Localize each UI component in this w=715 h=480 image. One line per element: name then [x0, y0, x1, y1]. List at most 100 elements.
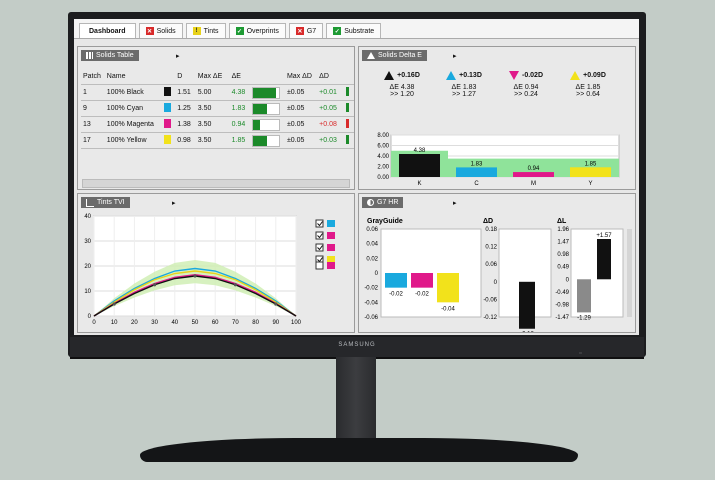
panel-menu-icon[interactable]: ▸: [453, 199, 457, 207]
table-row[interactable]: 17 100% Yellow 0.98 3.50 1.85 ±0.05 +0.03: [81, 132, 354, 149]
density-cell: 0.98: [175, 132, 196, 149]
y-tick-label: -0.98: [555, 302, 569, 308]
grayguide-bar: [385, 273, 407, 288]
column-header[interactable]: D: [175, 69, 196, 85]
column-header[interactable]: Name: [104, 69, 162, 85]
name-cell: 100% Black: [104, 84, 162, 101]
de-bar: [250, 132, 285, 149]
series-swatch: [327, 256, 335, 263]
vertical-scrollbar[interactable]: [627, 229, 632, 317]
y-tick-label: 1.47: [557, 240, 569, 246]
error-icon: ✕: [145, 27, 154, 35]
data-label: 1.85: [585, 161, 597, 167]
horizontal-scrollbar[interactable]: [82, 179, 350, 188]
delta-l-title: ΔL: [557, 218, 567, 225]
dd-indicator: [343, 84, 354, 101]
delta-d-bar: [519, 281, 535, 329]
x-tick-label: 20: [131, 320, 138, 326]
density-cell: 1.51: [175, 84, 196, 101]
data-label: 1.83: [471, 161, 483, 167]
delta-triangle-icon: [508, 71, 519, 80]
data-point: [193, 274, 197, 278]
series-swatch: [327, 220, 335, 227]
x-tick-label: Y: [588, 181, 592, 187]
de-cell: 1.85: [229, 132, 251, 149]
tab-solids[interactable]: ✕ Solids: [138, 23, 183, 38]
y-tick-label: 0: [566, 277, 570, 283]
x-tick-label: 80: [252, 320, 259, 326]
bar-M: [513, 172, 554, 177]
y-tick-label: 10: [84, 289, 91, 295]
bar-K: [399, 154, 440, 177]
solids-table-header[interactable]: Solids Table: [81, 50, 139, 61]
y-tick-label: 0.02: [366, 256, 378, 262]
bar-C: [456, 167, 497, 177]
data-point: [274, 302, 278, 306]
y-tick-label: -0.04: [364, 300, 378, 306]
de-bar: [250, 116, 285, 133]
g7-charts: GrayGuide 0.06 0.04 0.02 0 -0.02 -0.04 -0.06 -0.…: [364, 218, 632, 332]
error-icon: ✕: [295, 27, 304, 35]
delta-e-value: ΔE 1.83: [451, 84, 477, 91]
patch-cell: 13: [81, 116, 105, 133]
x-tick-label: K: [417, 181, 421, 187]
column-header[interactable]: [343, 69, 354, 85]
dd-indicator: [343, 100, 354, 117]
y-tick-label: 20: [84, 264, 91, 270]
monitor-chin: SAMSUNG: [70, 337, 644, 359]
column-header[interactable]: [161, 69, 176, 85]
y-tick-label: 0.06: [366, 227, 378, 233]
data-point: [233, 283, 237, 287]
column-header[interactable]: [250, 69, 285, 85]
y-tick-label: 0: [88, 314, 92, 320]
x-tick-label: 90: [272, 320, 279, 326]
delta-triangle-icon: [446, 71, 457, 80]
table-row[interactable]: 13 100% Magenta 1.38 3.50 0.94 ±0.05 +0.08: [81, 116, 354, 133]
table-row[interactable]: 1 100% Black 1.51 5.00 4.38 ±0.05 +0.01: [81, 84, 354, 101]
column-header[interactable]: Max ΔD: [284, 69, 318, 85]
panel-menu-icon[interactable]: ▸: [176, 52, 180, 60]
y-tick-label: 0.98: [557, 252, 569, 258]
y-tick-label: 8.00: [377, 133, 389, 139]
delta-d-label: +0.16D: [397, 72, 420, 79]
y-tick-label: -0.06: [483, 297, 497, 303]
x-tick-label: 40: [171, 320, 178, 326]
panel-menu-icon[interactable]: ▸: [172, 199, 176, 207]
check-icon: ✓: [235, 27, 244, 35]
column-header[interactable]: ΔE: [229, 69, 251, 85]
panel-menu-icon[interactable]: ▸: [453, 52, 457, 60]
dd-indicator: [343, 132, 354, 149]
column-header[interactable]: ΔD: [317, 69, 344, 85]
max-de-cell: 3.50: [195, 132, 230, 149]
name-cell: 100% Magenta: [104, 116, 162, 133]
tab-dashboard[interactable]: Dashboard: [79, 23, 136, 38]
column-header[interactable]: Patch: [81, 69, 105, 85]
max-dd-cell: ±0.05: [284, 100, 318, 117]
y-tick-label: 2.00: [377, 165, 389, 171]
tints-tvi-header[interactable]: Tints TVI: [81, 197, 130, 208]
curve-icon: [86, 198, 94, 207]
y-tick-label: -0.02: [364, 286, 378, 292]
solids-delta-e-bar-chart: 8.00 6.00 4.00 2.00 0.00 4.38 K 1.83 C 0.94 M 1.85 Y: [377, 133, 620, 187]
x-tick-label: 30: [151, 320, 158, 326]
solids-delta-e-header[interactable]: Solids Delta E: [362, 50, 427, 61]
delta-e-value: ΔE 4.38: [389, 84, 415, 91]
delta-e-item: +0.13D ΔE 1.83 >> 1.27: [437, 71, 491, 98]
de-bar: [250, 84, 285, 101]
density-cell: 1.25: [175, 100, 196, 117]
table-row[interactable]: 9 100% Cyan 1.25 3.50 1.83 ±0.05 +0.05: [81, 100, 354, 117]
delta-e-item: +0.16D ΔE 4.38 >> 1.20: [375, 71, 429, 98]
column-header[interactable]: Max ΔE: [195, 69, 230, 85]
tab-g7[interactable]: ✕ G7: [288, 23, 324, 38]
tab-overprints[interactable]: ✓ Overprints: [228, 23, 286, 38]
warning-icon: !: [192, 27, 201, 35]
max-dd-cell: ±0.05: [284, 116, 318, 133]
grayguide-bar: [411, 273, 433, 288]
solids-table: Patch Name D Max ΔE ΔE Max ΔD ΔD 1 100% Black 1.5…: [81, 69, 354, 149]
delta-ref-value: >> 0.64: [576, 91, 600, 98]
tab-tints[interactable]: ! Tints: [185, 23, 226, 38]
y-tick-label: 0: [375, 271, 379, 277]
series-checkbox[interactable]: [315, 261, 324, 270]
g7-hr-header[interactable]: G7 HR: [362, 197, 404, 208]
tab-substrate[interactable]: ✓ Substrate: [326, 23, 382, 38]
